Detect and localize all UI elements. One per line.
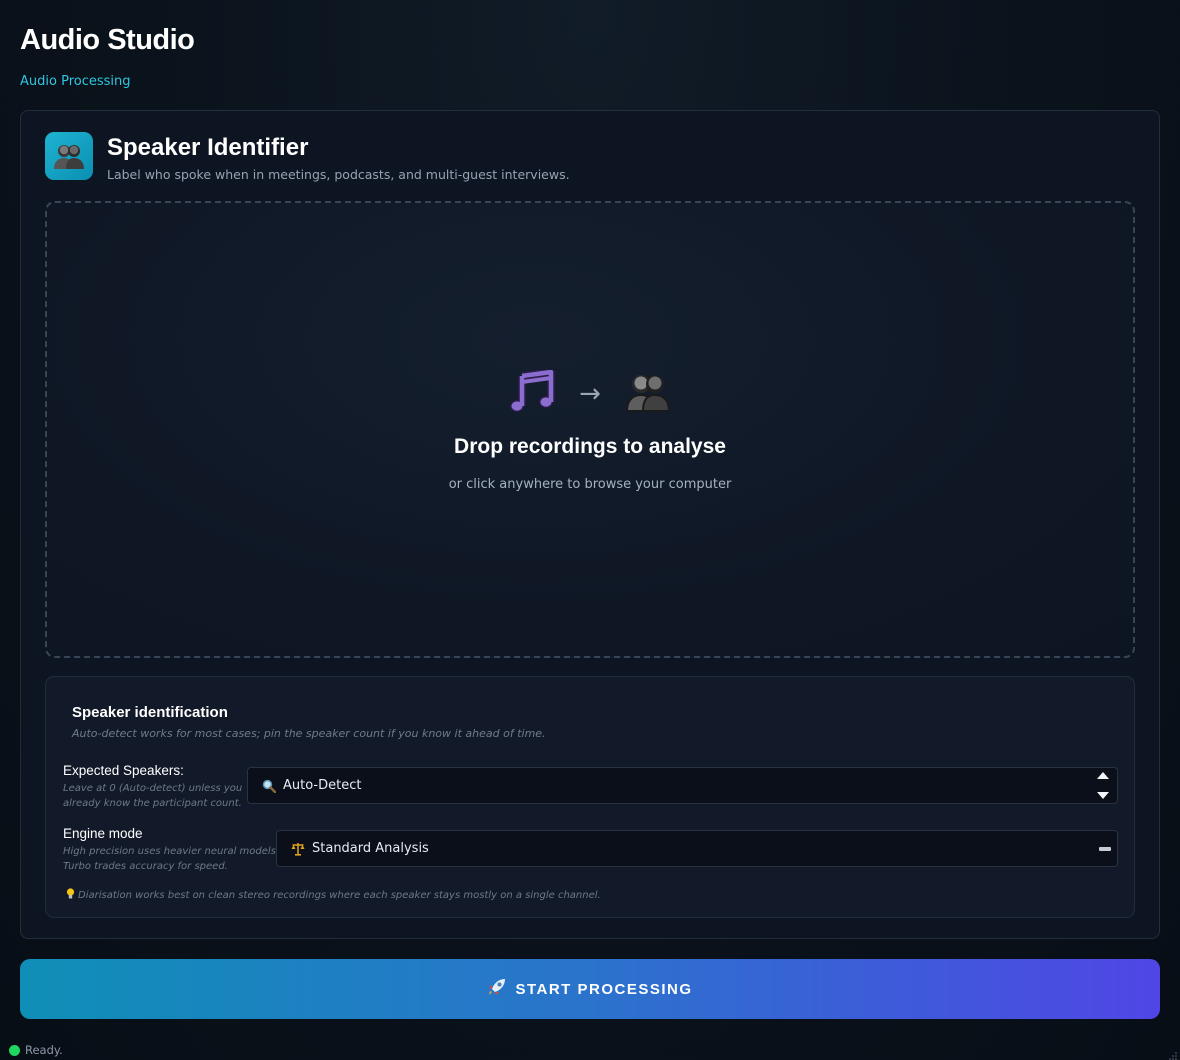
file-dropzone[interactable]: → Drop recordings to analyse or click an… (45, 201, 1135, 658)
dropzone-subtitle: or click anywhere to browse your compute… (448, 477, 732, 492)
lightbulb-icon (66, 888, 75, 903)
decrement-arrow-icon[interactable] (1097, 792, 1109, 799)
settings-description: Auto-detect works for most cases; pin th… (72, 727, 546, 740)
engine-mode-hint-line2: Turbo trades accuracy for speed. (63, 861, 228, 872)
status-text: Ready. (25, 1043, 63, 1057)
tool-title: Speaker Identifier (107, 134, 309, 161)
expected-speakers-label: Expected Speakers: (63, 763, 184, 778)
dropzone-title: Drop recordings to analyse (454, 435, 726, 458)
tip-text: Diarisation works best on clean stereo r… (78, 890, 601, 901)
speaker-identifier-card: Speaker Identifier Label who spoke when … (20, 110, 1160, 939)
diarisation-tip: Diarisation works best on clean stereo r… (66, 888, 601, 903)
engine-mode-label: Engine mode (63, 826, 143, 841)
two-people-icon (45, 132, 93, 180)
arrow-right-icon: → (579, 379, 601, 409)
rocket-icon (487, 977, 507, 1001)
status-bar: Ready. (0, 1040, 1180, 1060)
status-indicator (9, 1044, 20, 1056)
two-people-icon (625, 372, 671, 416)
magnifier-icon (262, 779, 276, 793)
app-subtitle: Audio Processing (20, 74, 131, 89)
resize-grip-icon[interactable] (1169, 1049, 1177, 1060)
expected-speakers-spinbox[interactable]: Auto-Detect (247, 767, 1118, 804)
settings-title: Speaker identification (72, 704, 228, 721)
engine-mode-hint-line1: High precision uses heavier neural model… (63, 846, 280, 857)
engine-mode-value: Standard Analysis (312, 841, 429, 856)
start-processing-button[interactable]: START PROCESSING (20, 959, 1160, 1019)
increment-arrow-icon[interactable] (1097, 772, 1109, 779)
engine-mode-hint: High precision uses heavier neural model… (63, 844, 279, 874)
expected-speakers-value: Auto-Detect (283, 778, 362, 793)
tool-description: Label who spoke when in meetings, podcas… (107, 167, 570, 182)
engine-mode-select[interactable]: Standard Analysis (276, 830, 1118, 867)
music-note-icon (509, 368, 556, 418)
dropdown-indicator-icon[interactable] (1099, 847, 1111, 851)
expected-speakers-hint-line2: already know the participant count. (63, 798, 242, 809)
balance-scale-icon (291, 842, 305, 856)
start-processing-label: START PROCESSING (515, 980, 693, 998)
expected-speakers-hint: Leave at 0 (Auto-detect) unless you alre… (63, 781, 242, 811)
speaker-identification-panel: Speaker identification Auto-detect works… (45, 676, 1135, 918)
expected-speakers-hint-line1: Leave at 0 (Auto-detect) unless you (63, 783, 243, 794)
app-title: Audio Studio (20, 24, 195, 56)
spinbox-arrows[interactable] (1095, 770, 1111, 801)
dropzone-icons: → (47, 368, 1133, 418)
